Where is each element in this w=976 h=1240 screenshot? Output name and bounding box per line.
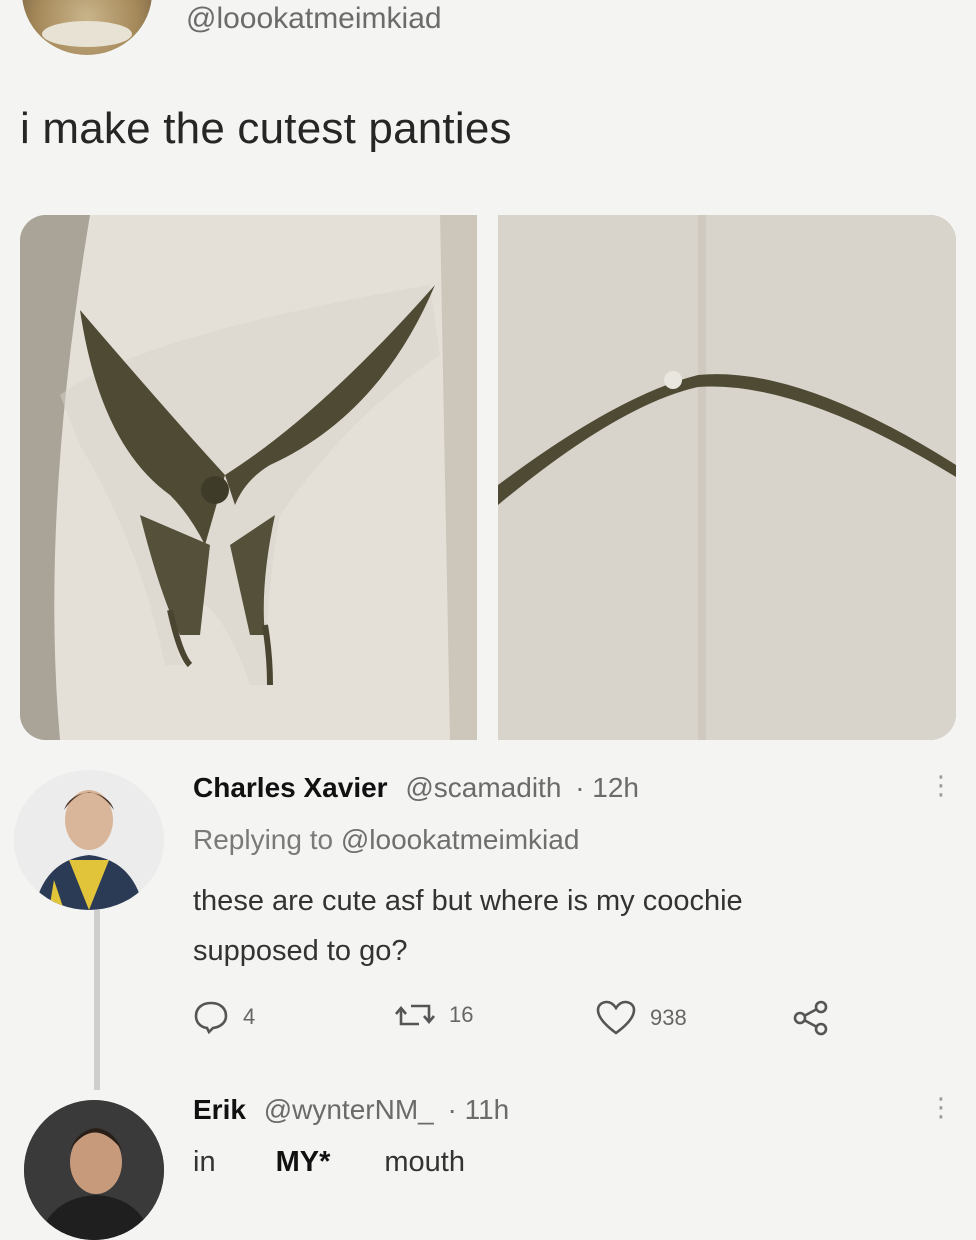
erik-avatar[interactable] (24, 1100, 164, 1240)
reply-text-line-2: supposed to go? (193, 935, 408, 967)
front-mannequin-image (20, 215, 477, 740)
like-action[interactable]: 938 (596, 1000, 687, 1036)
reply-author-handle[interactable]: @scamadith (405, 772, 561, 803)
erik-avatar-image (24, 1100, 164, 1240)
like-count: 938 (650, 1005, 687, 1030)
reply-header: Charles Xavier @scamadith · 12h (193, 772, 639, 804)
reply-author-name[interactable]: Charles Xavier (193, 772, 388, 803)
reply-2-text: in MY* mouth (193, 1146, 465, 1179)
thread-connector-line (94, 910, 100, 1090)
heart-icon (596, 1000, 636, 1035)
replying-to-label: Replying to (193, 824, 334, 855)
reply-2-more-options-icon[interactable]: ⋮ (928, 1094, 954, 1120)
reply-count: 4 (243, 1004, 256, 1029)
reply-2-text-start: in (193, 1146, 216, 1178)
replying-to-mention[interactable]: @loookatmeimkiad (341, 824, 580, 855)
retweet-icon (395, 1004, 435, 1026)
reply-2-author-handle[interactable]: @wynterNM_ (264, 1094, 434, 1125)
reply-2-author-name[interactable]: Erik (193, 1094, 246, 1125)
reply-timestamp[interactable]: · 12h (575, 772, 639, 803)
share-action[interactable] (792, 1000, 830, 1036)
reply-2-text-caps: MY* (275, 1146, 331, 1178)
back-mannequin-image (498, 215, 956, 740)
reply-2-header: Erik @wynterNM_ · 11h (193, 1094, 509, 1126)
charles-avatar-image (14, 770, 164, 910)
tweet-photo-front[interactable] (20, 215, 477, 740)
reply-2-timestamp[interactable]: · 11h (448, 1094, 510, 1125)
reply-text-line-1: these are cute asf but where is my cooch… (193, 885, 743, 917)
retweet-count: 16 (449, 1002, 474, 1027)
original-poster-avatar[interactable] (22, 0, 152, 55)
replying-to-line: Replying to @loookatmeimkiad (193, 824, 579, 856)
tweet-text: i make the cutest panties (20, 104, 512, 153)
charles-xavier-avatar[interactable] (14, 770, 164, 910)
original-poster-handle[interactable]: @loookatmeimkiad (186, 2, 442, 36)
reply-2-text-end: mouth (384, 1146, 465, 1178)
share-icon (793, 1000, 828, 1036)
tweet-photo-back[interactable] (498, 215, 956, 740)
reply-text: these are cute asf but where is my cooch… (193, 876, 913, 976)
reply-action[interactable]: 4 (193, 1000, 255, 1034)
comment-bubble-icon (194, 1001, 228, 1034)
retweet-action[interactable]: 16 (395, 1000, 473, 1030)
more-options-icon[interactable]: ⋮ (928, 772, 954, 798)
